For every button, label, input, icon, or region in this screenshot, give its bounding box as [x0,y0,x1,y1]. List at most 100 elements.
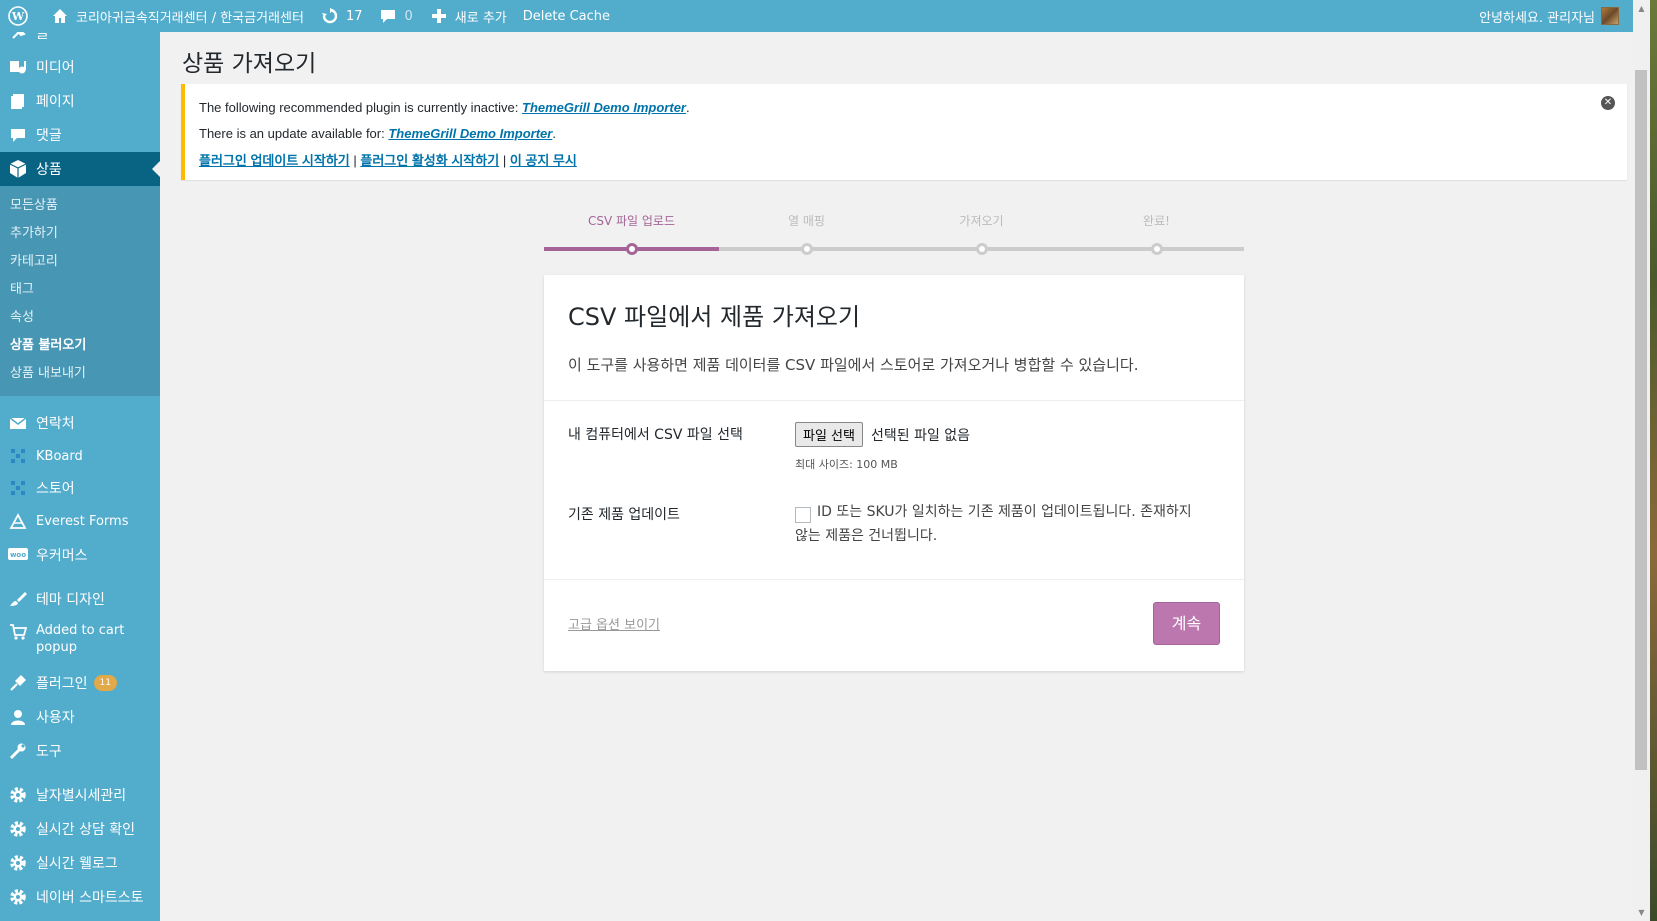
show-advanced-options-link[interactable]: 고급 옵션 보이기 [568,614,660,633]
step-import: 가져오기 [894,212,1069,255]
sidebar-item-everest-forms[interactable]: Everest Forms [0,504,160,538]
sidebar-item-contact[interactable]: 연락처 [0,406,160,440]
updates-link[interactable]: 17 [312,0,371,32]
plugins-update-badge: 11 [93,675,117,691]
file-select-label: 내 컴퓨터에서 CSV 파일 선택 [568,427,743,443]
submenu-attributes[interactable]: 속성 [0,304,160,332]
sidebar-item-label: 네이버 스마트스토 [36,890,144,906]
card-footer: 고급 옵션 보이기 계속 [544,579,1244,671]
import-card: CSV 파일에서 제품 가져오기 이 도구를 사용하면 제품 데이터를 CSV … [544,275,1244,671]
notice-text: There is an update available for: [199,126,389,141]
step-dot [1151,243,1163,255]
sidebar-item-label: 글 [36,32,49,42]
card-description: 이 도구를 사용하면 제품 데이터를 CSV 파일에서 스토어로 가져오거나 병… [568,356,1139,374]
submenu-import[interactable]: 상품 불러오기 [0,332,160,360]
sidebar-item-label: 사용자 [36,710,75,726]
sidebar-item-pages[interactable]: 페이지 [0,84,160,118]
comment-icon [8,125,28,145]
product-box-icon [8,159,28,179]
sidebar-item-label: 도구 [36,744,62,760]
page-title: 상품 가져오기 [182,51,317,77]
themegrill-plugin-link[interactable]: ThemeGrill Demo Importer [522,100,686,115]
wordpress-logo-button[interactable]: W [0,0,42,32]
step-dot [801,243,813,255]
sidebar-item-users[interactable]: 사용자 [0,700,160,734]
step-done: 완료! [1069,212,1244,255]
sidebar-item-label: 테마 디자인 [36,592,105,608]
wrench-icon [8,741,28,761]
continue-button[interactable]: 계속 [1153,602,1220,645]
site-name-link[interactable]: 코리아귀금속직거래센터 / 한국금거래센터 [42,0,312,32]
sidebar-item-plugins[interactable]: 플러그인 11 [0,666,160,700]
begin-activating-plugin-link[interactable]: 플러그인 활성화 시작하기 [360,153,499,168]
pin-icon [8,32,28,43]
sidebar-item-naver-smartstore[interactable]: 네이버 스마트스토 [0,880,160,914]
greeting: 안녕하세요. 관리자님 [1479,10,1595,26]
separator: | [502,153,507,168]
my-account[interactable]: 안녕하세요. 관리자님 [1479,7,1633,26]
notice-line-inactive: The following recommended plugin is curr… [199,100,690,115]
max-size-note: 최대 사이즈: 100 MB [795,458,898,471]
sidebar-item-comments[interactable]: 댓글 [0,118,160,152]
sidebar-item-tools[interactable]: 도구 [0,734,160,768]
notice-line-update: There is an update available for: ThemeG… [199,126,556,141]
page-icon [8,91,28,111]
submenu-add-new[interactable]: 추가하기 [0,220,160,248]
sidebar-item-store[interactable]: 스토어 [0,472,160,504]
sidebar-item-live-log[interactable]: 실시간 웰로그 [0,846,160,880]
gear-icon [8,887,28,907]
comments-link[interactable]: 0 [370,0,420,32]
sidebar-item-added-to-cart-popup[interactable]: Added to cart popup [0,616,160,666]
choose-file-button[interactable]: 파일 선택 [795,422,863,447]
submenu-export[interactable]: 상품 내보내기 [0,360,160,388]
sidebar-item-kboard[interactable]: KBoard [0,440,160,472]
sidebar-item-label: 실시간 웰로그 [36,856,118,872]
sidebar-item-woocommerce[interactable]: woo 우커머스 [0,538,160,572]
sidebar-item-live-consult[interactable]: 실시간 상담 확인 [0,812,160,846]
begin-updating-plugin-link[interactable]: 플러그인 업데이트 시작하기 [199,153,350,168]
desktop-background-edge [1650,0,1657,921]
sidebar-item-posts[interactable]: 글 [0,32,160,42]
sidebar-item-daily-price[interactable]: 날자별시세관리 [0,778,160,812]
submenu-tags[interactable]: 태그 [0,276,160,304]
sidebar-item-label: 스토어 [36,481,75,497]
wordpress-logo-icon: W [8,6,28,26]
import-steps: CSV 파일 업로드 열 매핑 가져오기 완료! [544,212,1244,255]
sidebar-item-media[interactable]: 미디어 [0,50,160,84]
sidebar-item-label: 날자별시세관리 [36,788,127,804]
close-icon[interactable]: ✕ [1601,96,1615,110]
scrollbar-thumb[interactable] [1635,70,1647,770]
main-content: 상품 가져오기 The following recommended plugin… [160,32,1633,921]
card-header: CSV 파일에서 제품 가져오기 이 도구를 사용하면 제품 데이터를 CSV … [544,275,1244,401]
sidebar-item-products[interactable]: 상품 [0,152,160,186]
submenu-categories[interactable]: 카테고리 [0,248,160,276]
admin-bar: W 코리아귀금속직거래센터 / 한국금거래센터 17 0 새로 추가 Delet… [0,0,1633,32]
sidebar-item-appearance[interactable]: 테마 디자인 [0,582,160,616]
products-submenu: 모든상품 추가하기 카테고리 태그 속성 상품 불러오기 상품 내보내기 [0,186,160,396]
scroll-down-icon[interactable]: ▼ [1633,904,1650,921]
svg-text:woo: woo [10,551,26,559]
submenu-all-products[interactable]: 모든상품 [0,192,160,220]
everest-forms-icon [8,511,28,531]
woo-icon: woo [8,545,28,565]
menu-separator [0,396,160,406]
svg-text:W: W [11,10,25,23]
dismiss-notice-link[interactable]: 이 공지 무시 [510,153,577,168]
delete-cache-link[interactable]: Delete Cache [515,0,618,32]
cart-icon [8,622,28,642]
gear-icon [8,785,28,805]
scroll-up-icon[interactable]: ▲ [1633,0,1650,17]
themegrill-update-link[interactable]: ThemeGrill Demo Importer [388,126,552,141]
new-content-link[interactable]: 새로 추가 [421,0,515,32]
sidebar-item-label: 댓글 [36,128,62,144]
page-scrollbar[interactable]: ▲ ▼ [1633,0,1650,921]
step-dot [626,243,638,255]
sidebar-item-label: 플러그인 [36,676,88,692]
plugin-icon [8,673,28,693]
sidebar-item-label: 페이지 [36,94,75,110]
sidebar-item-label: Everest Forms [36,513,129,529]
step-label: 열 매핑 [788,214,825,228]
user-icon [8,707,28,727]
menu-separator [0,572,160,582]
home-icon [50,6,70,26]
